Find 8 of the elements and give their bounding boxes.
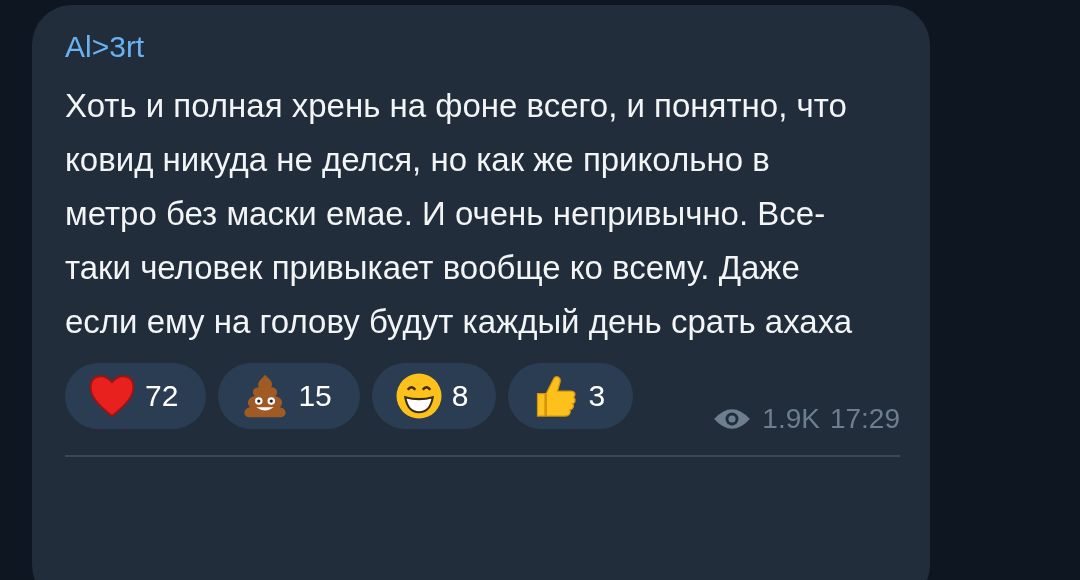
- reaction-button[interactable]: 8: [371, 363, 497, 429]
- message-text: Хоть и полная хрень на фоне всего, и понятно, что ковид никуда не делся, но как же прикольно в метро без маски емае. И очень непривычно. Все-таки человек привыкает вообще ко всему. Даже если ему на голову будут каждый день срать ахаха: [65, 86, 854, 342]
- reaction-button[interactable]: 3: [508, 363, 634, 429]
- reaction-button[interactable]: 15: [218, 363, 360, 429]
- message-time: 17:29: [829, 403, 900, 435]
- author-name[interactable]: Al>3rt: [65, 29, 900, 65]
- reaction-button[interactable]: 72: [65, 363, 207, 429]
- view-count: 1.9K: [762, 403, 820, 435]
